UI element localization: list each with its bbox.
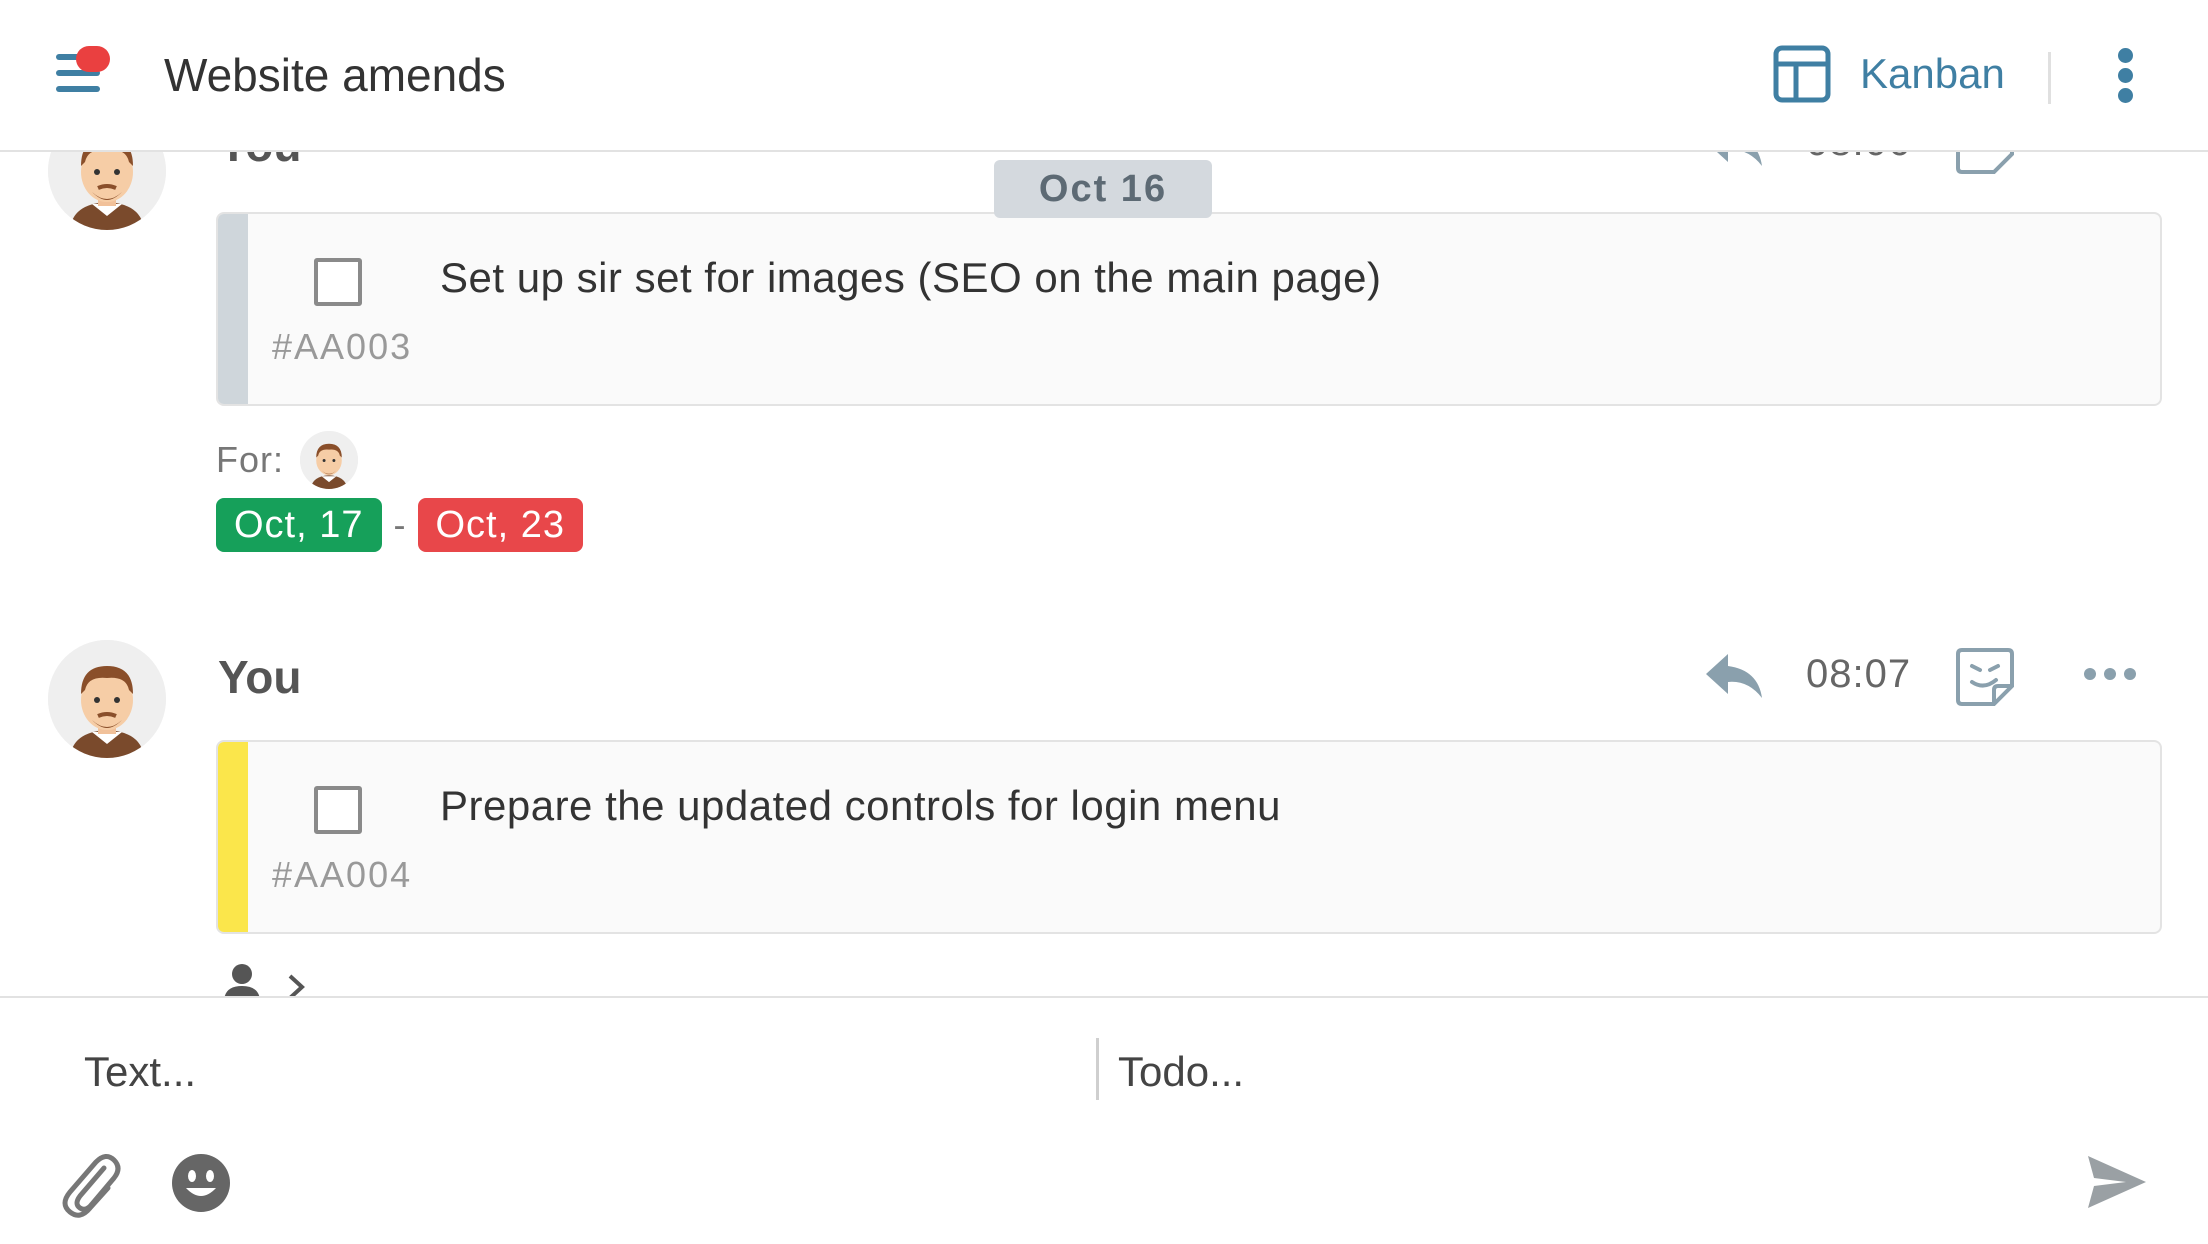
task-status-stripe bbox=[218, 742, 248, 932]
task-status-stripe bbox=[218, 214, 248, 404]
message-time: 08:07 bbox=[1806, 652, 1912, 696]
sticker-icon[interactable] bbox=[1954, 646, 2016, 708]
page-title: Website amends bbox=[164, 49, 506, 101]
author-name: You bbox=[218, 651, 302, 703]
todo-input[interactable]: Todo... bbox=[1118, 1048, 1244, 1096]
header-divider bbox=[2048, 52, 2051, 104]
kanban-board-icon bbox=[1773, 45, 1831, 103]
more-options-icon[interactable] bbox=[2084, 668, 2136, 684]
reply-icon[interactable] bbox=[1704, 650, 1764, 702]
send-icon[interactable] bbox=[2086, 1154, 2148, 1210]
more-vertical-icon[interactable] bbox=[2116, 48, 2136, 103]
task-id: #AA004 bbox=[272, 854, 413, 895]
message-composer: Text... Todo... bbox=[0, 996, 2208, 1244]
text-input[interactable]: Text... bbox=[84, 1048, 196, 1096]
kanban-label: Kanban bbox=[1860, 50, 2005, 97]
input-divider bbox=[1096, 1038, 1099, 1100]
assignee-row: For: bbox=[216, 430, 359, 490]
task-card[interactable]: Prepare the updated controls for login m… bbox=[216, 740, 2162, 934]
paperclip-icon[interactable] bbox=[60, 1150, 122, 1218]
date-range-separator: - bbox=[393, 504, 406, 545]
start-date-badge[interactable]: Oct, 17 bbox=[216, 498, 382, 552]
chevron-right-icon bbox=[288, 974, 305, 996]
app-header: Website amends Kanban bbox=[0, 0, 2208, 152]
task-checkbox[interactable] bbox=[314, 258, 362, 306]
message-meta: 08:07 bbox=[1700, 646, 2170, 706]
end-date-badge[interactable]: Oct, 23 bbox=[417, 498, 583, 552]
assignee-avatar[interactable] bbox=[300, 431, 359, 489]
date-separator: Oct 16 bbox=[994, 160, 1212, 218]
task-id: #AA003 bbox=[272, 326, 413, 367]
task-text: Set up sir set for images (SEO on the ma… bbox=[440, 254, 1382, 301]
task-card[interactable]: Set up sir set for images (SEO on the ma… bbox=[216, 212, 2162, 406]
person-icon bbox=[224, 964, 260, 996]
emoji-icon[interactable] bbox=[170, 1152, 232, 1214]
task-dates: Oct, 17 - Oct, 23 bbox=[216, 498, 583, 552]
kanban-view-button[interactable]: Kanban bbox=[1772, 44, 2005, 104]
menu-icon[interactable] bbox=[56, 46, 112, 98]
task-checkbox[interactable] bbox=[314, 786, 362, 834]
notification-dot bbox=[76, 46, 110, 72]
avatar[interactable] bbox=[48, 640, 166, 758]
task-text: Prepare the updated controls for login m… bbox=[440, 782, 1282, 829]
assign-row[interactable] bbox=[222, 962, 312, 996]
for-label: For: bbox=[216, 439, 285, 480]
